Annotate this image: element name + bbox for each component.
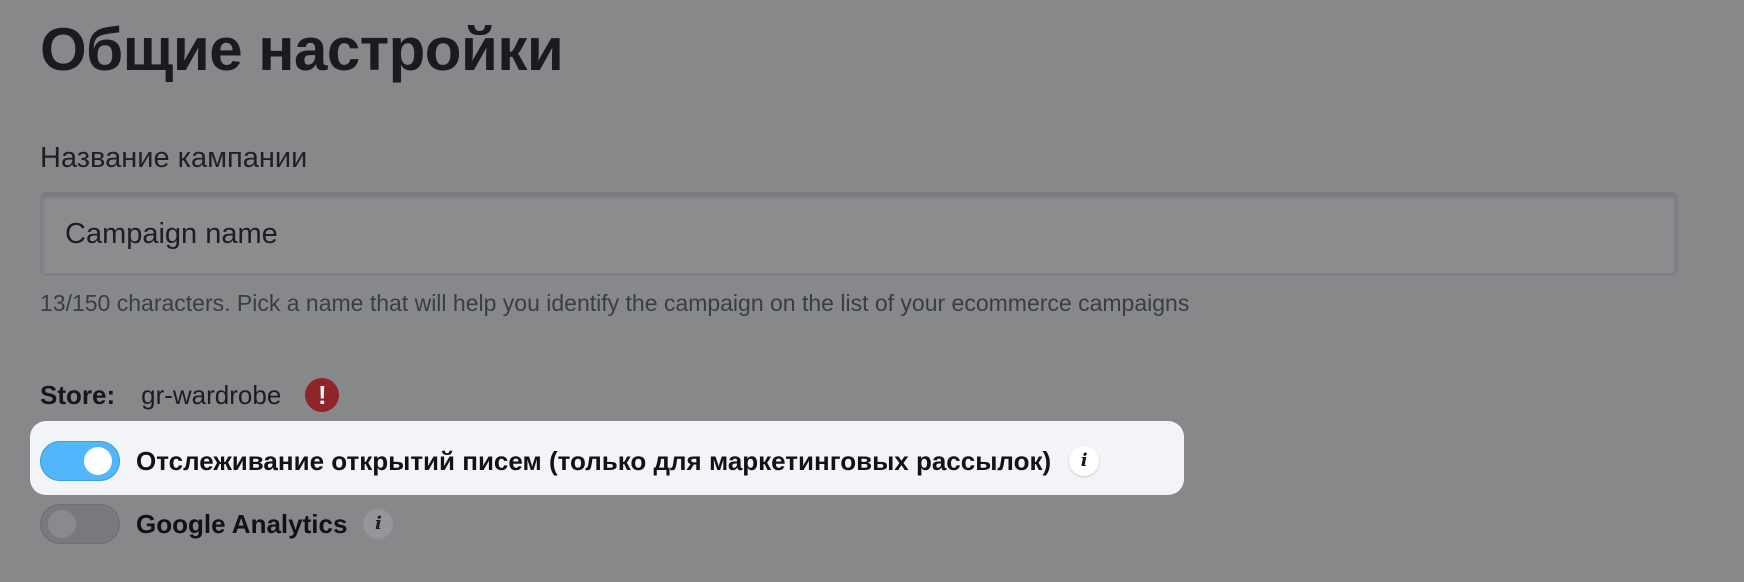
open-tracking-toggle[interactable] [40, 441, 120, 481]
google-analytics-row: Google Analytics i [40, 503, 394, 545]
page-title: Общие настройки [40, 16, 564, 83]
store-value: gr-wardrobe [141, 379, 282, 410]
google-analytics-toggle[interactable] [40, 504, 120, 544]
campaign-name-label: Название кампании [40, 142, 308, 174]
toggle-knob [84, 447, 112, 475]
store-label: Store: [40, 379, 116, 410]
open-tracking-label: Отслеживание открытий писем (только для … [136, 445, 1052, 476]
exclamation-icon[interactable]: ! [305, 378, 340, 412]
toggle-knob [48, 510, 76, 538]
open-tracking-row: Отслеживание открытий писем (только для … [40, 440, 1100, 482]
info-icon[interactable]: i [1069, 446, 1100, 476]
campaign-name-helper-text: 13/150 characters. Pick a name that will… [40, 290, 1190, 316]
store-row: Store: gr-wardrobe ! [40, 376, 340, 414]
general-settings-page: Общие настройки Название кампании 13/150… [30, 0, 1680, 582]
info-icon[interactable]: i [363, 509, 394, 539]
google-analytics-label: Google Analytics [136, 508, 348, 539]
campaign-name-input[interactable] [40, 192, 1678, 276]
